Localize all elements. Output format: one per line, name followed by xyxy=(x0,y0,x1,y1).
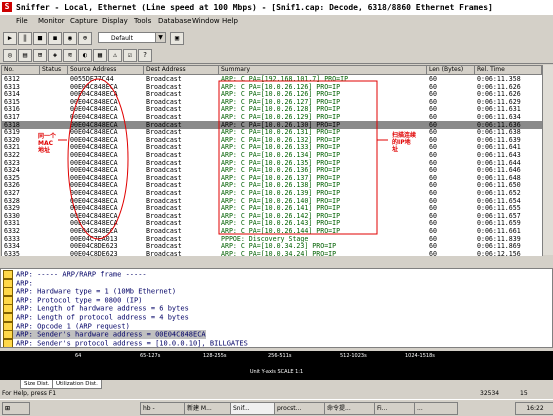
tab-utilization-dist[interactable]: Utilization Dist. xyxy=(52,380,102,389)
decode-detail-pane: ARP: ----- ARP/RARP frame ----- ARP: ARP: … xyxy=(0,268,553,348)
detail-line-text: ARP: Hardware type = 1 (10Mb Ethernet) xyxy=(16,287,177,296)
clock: 16:22 xyxy=(515,402,553,415)
task-item[interactable]: Snif... xyxy=(230,402,276,415)
status-help-text: For Help, press F1 xyxy=(2,390,57,397)
task-item[interactable]: ... xyxy=(414,402,458,415)
y-axis-label: Unit Y-axis SCALE 1:1 xyxy=(249,369,304,375)
status-bar: For Help, press F1 32534 15 xyxy=(0,389,553,399)
task-item[interactable]: Fi... xyxy=(374,402,416,415)
detail-line-text: ARP: ----- ARP/RARP frame ----- xyxy=(16,270,147,279)
task-item[interactable]: hb - xyxy=(140,402,186,415)
size-label: 256-511s xyxy=(268,353,292,359)
folder-icon xyxy=(3,338,13,347)
detail-line-text: ARP: Sender's protocol address = [10.0.0… xyxy=(16,339,248,348)
size-label: 128-255s xyxy=(203,353,227,359)
detail-line[interactable]: ARP: Sender's protocol address = [10.0.0… xyxy=(3,338,248,348)
annotation-same-mac: 同一个MAC地址 xyxy=(38,133,57,154)
size-label: 1024-1518s xyxy=(405,353,435,359)
detail-line-text: ARP: Length of hardware address = 6 byte… xyxy=(16,304,189,313)
bottom-tabs: Size Dist. Utilization Dist. xyxy=(0,380,553,389)
task-item[interactable]: procst... xyxy=(274,402,326,415)
detail-line-text: ARP: xyxy=(16,279,33,288)
tab-size-dist[interactable]: Size Dist. xyxy=(20,380,54,389)
pane-splitter[interactable] xyxy=(0,256,553,268)
ip-range-box xyxy=(218,80,378,235)
status-count: 32534 xyxy=(480,390,500,397)
detail-line-text: ARP: Protocol type = 0800 (IP) xyxy=(16,296,143,305)
size-label: 65-127s xyxy=(140,353,161,359)
detail-line-text: ARP: Sender's hardware address = 00E04C8… xyxy=(16,330,206,339)
size-label: 512-1023s xyxy=(340,353,367,359)
status-num: 15 xyxy=(520,390,528,397)
detail-line-text: ARP: Opcode 1 (ARP request) xyxy=(16,322,130,331)
task-item[interactable]: 新建 M... xyxy=(184,402,232,415)
task-item[interactable]: 命令提... xyxy=(324,402,376,415)
mac-ellipse xyxy=(67,78,129,240)
annotation-scan-ip: 扫描连续的IP地址 xyxy=(392,132,417,153)
detail-line-text: ARP: Length of protocol address = 4 byte… xyxy=(16,313,189,322)
size-label: 64 xyxy=(75,353,82,359)
start-button[interactable]: ⊞ xyxy=(2,402,30,415)
taskbar: ⊞ hb - 新建 M... Snif... procst... 命令提... … xyxy=(0,399,553,416)
size-distribution-panel: 64 65-127s 128-255s 256-511s 512-1023s 1… xyxy=(0,351,553,380)
